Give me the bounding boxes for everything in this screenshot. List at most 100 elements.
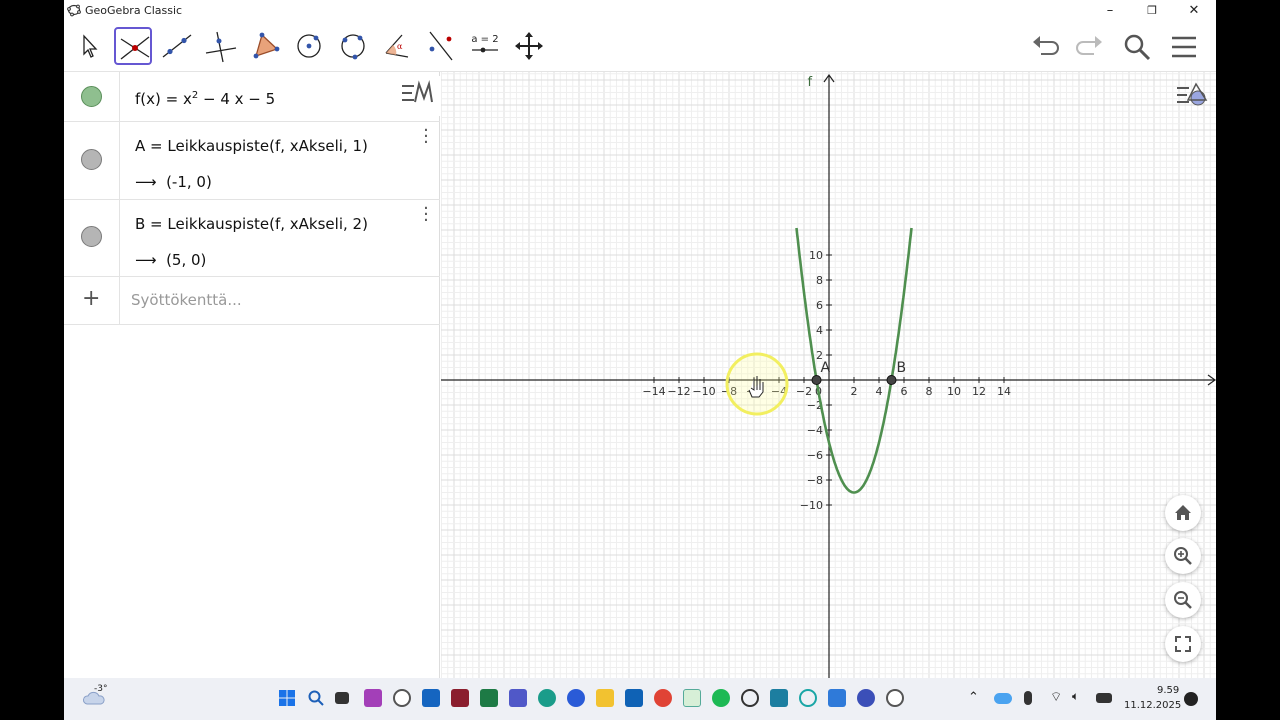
y-tick-label: 10 <box>809 249 823 262</box>
battery-icon[interactable] <box>1096 693 1112 703</box>
search-icon[interactable] <box>1121 31 1153 63</box>
excel-icon[interactable] <box>480 689 498 707</box>
chevron-up-icon[interactable]: ⌃ <box>968 690 979 705</box>
windows-taskbar: -3° ⌃ ⌔ 🔈︎ 9.59 11.12.2025 <box>64 678 1216 720</box>
point-B-definition[interactable]: B = Leikkauspiste(f, xAkseli, 2) <box>135 215 368 233</box>
algebra-row-f[interactable]: f(x) = x2 − 4 x − 5 <box>64 72 440 122</box>
algebra-row-A[interactable]: A = Leikkauspiste(f, xAkseli, 1) ⟶ (-1, … <box>64 122 440 200</box>
minimize-button[interactable]: – <box>1095 1 1125 21</box>
move-graphics-view-tool-icon[interactable] <box>510 27 548 65</box>
svg-text:a = 2: a = 2 <box>471 34 498 45</box>
x-tick-label: −14 <box>642 385 665 398</box>
geogebra-active-icon[interactable] <box>886 689 904 707</box>
point-A[interactable] <box>811 375 822 385</box>
function-definition[interactable]: f(x) = x2 − 4 x − 5 <box>135 90 275 108</box>
y-tick-label: 6 <box>816 299 823 312</box>
redo-icon[interactable] <box>1074 31 1106 63</box>
zoom-out-button[interactable] <box>1165 582 1201 618</box>
wifi-icon[interactable]: ⌔ <box>1050 689 1062 705</box>
more-options-icon[interactable]: · · · <box>422 200 430 230</box>
geogebra-taskbar-icon[interactable] <box>393 689 411 707</box>
geogebra-window: GeoGebra Classic – ❐ ✕ α a = 2 f(x) = x2… <box>64 0 1216 678</box>
move-tool-icon[interactable] <box>70 27 108 65</box>
visibility-toggle-A[interactable] <box>81 149 102 170</box>
more-options-icon[interactable]: · · · <box>422 122 430 152</box>
onenote-icon[interactable] <box>364 689 382 707</box>
circle-center-point-tool-icon[interactable] <box>290 27 328 65</box>
perpendicular-line-tool-icon[interactable] <box>202 27 240 65</box>
notification-icon[interactable] <box>1184 692 1198 706</box>
menu-icon[interactable] <box>1168 31 1200 63</box>
microphone-icon[interactable] <box>1024 691 1032 705</box>
x-tick-label: −12 <box>667 385 690 398</box>
app-icon[interactable] <box>567 689 585 707</box>
y-tick-label: −6 <box>807 449 823 462</box>
polygon-tool-icon[interactable] <box>246 27 284 65</box>
point-A-definition[interactable]: A = Leikkauspiste(f, xAkseli, 1) <box>135 137 368 155</box>
clock-time[interactable]: 9.59 <box>1157 685 1179 696</box>
point-A-value: (-1, 0) <box>166 173 212 191</box>
home-view-button[interactable] <box>1165 495 1201 531</box>
coordinate-plane[interactable]: −14−12−10−8−6−4−22468101214108642−2−4−6−… <box>441 72 1216 678</box>
output-arrow: ⟶ <box>135 173 157 191</box>
add-icon[interactable]: + <box>82 286 100 311</box>
app-icon[interactable] <box>799 689 817 707</box>
chatgpt-icon[interactable] <box>741 689 759 707</box>
app-icon[interactable] <box>770 689 788 707</box>
algebra-view-style-icon[interactable] <box>396 76 440 116</box>
x-tick-label: −2 <box>796 385 812 398</box>
algebra-input-row[interactable]: + Syöttökenttä... <box>64 277 440 325</box>
point-B[interactable] <box>886 375 897 385</box>
algebra-row-B[interactable]: B = Leikkauspiste(f, xAkseli, 2) ⟶ (5, 0… <box>64 200 440 277</box>
app-icon[interactable] <box>828 689 846 707</box>
point-B-value: (5, 0) <box>166 251 207 269</box>
zoom-in-button[interactable] <box>1165 538 1201 574</box>
fullscreen-button[interactable] <box>1165 626 1201 662</box>
angle-tool-icon[interactable]: α <box>378 27 416 65</box>
geogebra-logo-icon <box>67 3 81 20</box>
svg-text:α: α <box>397 42 403 51</box>
slider-tool-icon[interactable]: a = 2 <box>466 27 504 65</box>
intersect-tool-icon[interactable] <box>114 27 152 65</box>
outlook-icon[interactable] <box>625 689 643 707</box>
start-icon[interactable] <box>278 689 296 707</box>
x-tick-label: 8 <box>926 385 933 398</box>
spotify-icon[interactable] <box>712 689 730 707</box>
onedrive-icon[interactable] <box>994 693 1012 704</box>
clock-date[interactable]: 11.12.2025 <box>1124 700 1181 711</box>
task-view-icon[interactable] <box>335 692 349 704</box>
function-f-label: f <box>808 75 813 90</box>
x-tick-label: 12 <box>972 385 986 398</box>
function-expr-suffix: − 4 x − 5 <box>198 90 276 108</box>
file-explorer-icon[interactable] <box>596 689 614 707</box>
edge-icon[interactable] <box>538 689 556 707</box>
teams-icon[interactable] <box>509 689 527 707</box>
search-taskbar-icon[interactable] <box>307 689 325 707</box>
undo-icon[interactable] <box>1029 31 1061 63</box>
title-bar: GeoGebra Classic – ❐ ✕ <box>64 0 1216 22</box>
y-tick-label: −10 <box>800 499 823 512</box>
reflect-tool-icon[interactable] <box>422 27 460 65</box>
output-arrow: ⟶ <box>135 251 157 269</box>
app-icon[interactable] <box>857 689 875 707</box>
volume-icon[interactable]: 🔈︎ <box>1072 689 1079 704</box>
line-tool-icon[interactable] <box>158 27 196 65</box>
app-icon[interactable] <box>683 689 701 707</box>
visibility-toggle-f[interactable] <box>81 86 102 107</box>
toolbar: α a = 2 <box>64 22 1216 72</box>
circle-three-points-tool-icon[interactable] <box>334 27 372 65</box>
maximize-button[interactable]: ❐ <box>1137 1 1167 21</box>
point-B-output: ⟶ (5, 0) <box>135 251 206 269</box>
x-tick-label: 14 <box>997 385 1011 398</box>
visibility-toggle-B[interactable] <box>81 226 102 247</box>
point-A-output: ⟶ (-1, 0) <box>135 173 212 191</box>
app-icon[interactable] <box>451 689 469 707</box>
graphics-view-style-icon[interactable] <box>1174 76 1214 116</box>
input-bar[interactable]: Syöttökenttä... <box>131 291 242 309</box>
chrome-icon[interactable] <box>654 689 672 707</box>
graphics-view[interactable]: −14−12−10−8−6−4−22468101214108642−2−4−6−… <box>441 72 1216 678</box>
close-button[interactable]: ✕ <box>1179 1 1209 21</box>
y-tick-label: −4 <box>807 424 823 437</box>
word-icon[interactable] <box>422 689 440 707</box>
weather-temp: -3° <box>94 684 108 694</box>
